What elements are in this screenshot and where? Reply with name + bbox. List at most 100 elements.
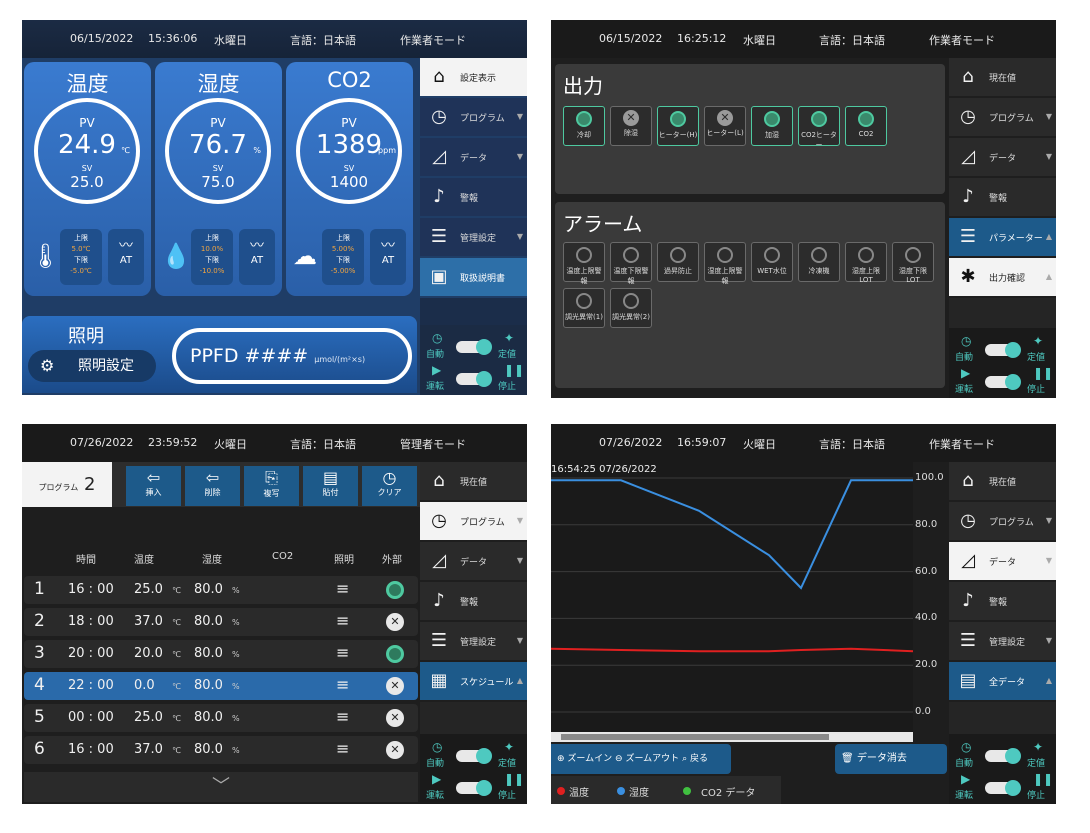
menu-schedule[interactable]: ▦ スケジュール ▲ [420,662,527,700]
alarm-item: 温度上限警報 [563,242,605,285]
menu-program[interactable]: ◷ プログラム ▼ [420,502,527,540]
lower-label: 下限 [74,256,88,264]
output-label: 冷却 [577,131,591,139]
signal-off-icon[interactable]: ✕ [386,677,404,695]
menu-program[interactable]: ◷ プログラム ▼ [949,502,1056,540]
menu-data[interactable]: ◿ データ ▼ [949,542,1056,580]
lighting-settings-label: 照明設定 [78,358,134,374]
pause-icon: ❚❚ [504,363,525,377]
legend-humid[interactable]: 湿度 [629,784,649,799]
menu-program[interactable]: ◷ プログラム ▼ [420,98,527,136]
run-stop-toggle[interactable] [985,780,1021,796]
menu-alarm[interactable]: ♪ 警報 [949,178,1056,216]
menu-program[interactable]: ◷ プログラム ▼ [949,98,1056,136]
table-row[interactable]: 5 00 : 00 25.0 ℃ 80.0% ≡ ✕ [24,704,418,732]
y-tick-label: 60.0 [915,565,938,577]
auto-fixed-toggle[interactable] [985,342,1021,358]
sv-value[interactable]: 75.0 [169,173,267,191]
legend-temp[interactable]: 温度 [569,784,589,799]
limit-box[interactable]: 上限 5.0℃ 下限 -5.0℃ [60,229,102,285]
menu-current-values[interactable]: ⌂ 現在値 [949,58,1056,96]
menu-manual[interactable]: ▣ 取扱説明書 [420,258,527,296]
indicator-icon [576,111,592,127]
sv-value[interactable]: 1400 [300,173,398,191]
autotune-button[interactable]: 〰 AT [239,229,275,285]
auto-fixed-toggle[interactable] [456,339,492,355]
copy-button[interactable]: ⎘ 複写 [244,466,299,506]
light-setting-icon[interactable]: ≡ [336,707,349,726]
run-stop-toggle[interactable] [456,780,492,796]
auto-label: 自動 [955,759,974,769]
signal-off-icon[interactable]: ✕ [386,613,404,631]
table-row[interactable]: 3 20 : 00 20.0 ℃ 80.0% ≡ [24,640,418,668]
signal-off-icon[interactable]: ✕ [386,741,404,759]
screen-data-graph: 07/26/2022 16:59:07 火曜日 言語：日本語 作業者モード 16… [551,424,1056,804]
delete-button[interactable]: ⇦ 削除 [185,466,240,506]
menu-management[interactable]: ☰ 管理設定 ▼ [420,622,527,660]
language: 言語：日本語 [819,34,885,47]
signal-on-icon[interactable] [386,581,404,599]
clear-button[interactable]: ◷ クリア [362,466,417,506]
light-setting-icon[interactable]: ≡ [336,611,349,630]
table-row[interactable]: 6 16 : 00 37.0 ℃ 80.0% ≡ ✕ [24,736,418,764]
alarm-item: 冷凍機 [798,242,840,282]
autotune-button[interactable]: 〰 AT [108,229,144,285]
limit-box[interactable]: 上限 10.0% 下限 -10.0% [191,229,233,285]
auto-fixed-toggle[interactable] [456,748,492,764]
menu-data[interactable]: ◿ データ ▼ [949,138,1056,176]
menu-parameter[interactable]: ☰ パラメーター ▲ [949,218,1056,256]
restore-button[interactable]: ⌕ 戻る [682,754,708,764]
zoom-in-button[interactable]: ⊕ ズームイン [557,754,612,764]
light-setting-icon[interactable]: ≡ [336,739,349,758]
menu-output-check[interactable]: ✱ 出力確認 ▲ [949,258,1056,296]
lighting-settings-button[interactable]: ⚙ 照明設定 [28,350,156,382]
zoom-out-button[interactable]: ⊖ ズームアウト [615,754,679,764]
copy-icon: ⎘ [265,468,278,487]
chevron-down-icon: ﹀ [212,776,230,797]
menu-current-values[interactable]: ⌂ 現在値 [420,462,527,500]
light-setting-icon[interactable]: ≡ [336,643,349,662]
menu-management[interactable]: ☰ 管理設定 ▼ [949,622,1056,660]
chart-legend: 温度 湿度 CO2 データ [551,776,781,804]
table-row-selected[interactable]: 4 22 : 00 0.0 ℃ 80.0% ≡ ✕ [24,672,418,700]
light-setting-icon[interactable]: ≡ [336,675,349,694]
menu-alarm[interactable]: ♪ 警報 [420,178,527,216]
table-row[interactable]: 2 18 : 00 37.0 ℃ 80.0% ≡ ✕ [24,608,418,636]
sliders-icon: ☰ [959,630,977,651]
gauge-title: 湿度 [197,72,240,96]
menu-alarm[interactable]: ♪ 警報 [949,582,1056,620]
chart-scrollbar[interactable] [551,732,913,742]
menu-settings-display[interactable]: ⌂ 設定表示 [420,58,527,96]
run-stop-toggle[interactable] [985,374,1021,390]
lower-value: -10.0% [199,267,225,275]
run-stop-toggle[interactable] [456,371,492,387]
signal-on-icon[interactable] [386,645,404,663]
menu-data[interactable]: ◿ データ ▼ [420,138,527,176]
legend-co2[interactable]: CO2 データ [701,784,755,799]
menu-label: データ [989,153,1017,164]
sv-value[interactable]: 25.0 [38,173,136,191]
auto-fixed-toggle[interactable] [985,748,1021,764]
scroll-down-button[interactable]: ﹀ [24,772,418,802]
signal-off-icon[interactable]: ✕ [386,709,404,727]
paste-button[interactable]: ▤ 貼付 [303,466,358,506]
insert-button[interactable]: ⇦ 挿入 [126,466,181,506]
program-selector[interactable]: プログラム 2 [22,462,112,507]
indicator-icon [717,247,733,263]
menu-alarm[interactable]: ♪ 警報 [420,582,527,620]
autotune-button[interactable]: 〰 AT [370,229,406,285]
table-row[interactable]: 1 16 : 00 25.0 ℃ 80.0% ≡ [24,576,418,604]
row-temp: 37.0 [134,742,163,757]
clear-data-button[interactable]: 🗑 データ消去 [835,744,947,774]
light-setting-icon[interactable]: ≡ [336,579,349,598]
menu-all-data[interactable]: ▤ 全データ ▲ [949,662,1056,700]
trend-chart[interactable]: 16:54:25 07/26/2022 [551,462,913,732]
menu-management[interactable]: ☰ 管理設定 ▼ [420,218,527,256]
limit-box[interactable]: 上限 5.00% 下限 -5.00% [322,229,364,285]
row-time: 16 : 00 [68,742,114,757]
output-cooling: 冷却 [563,106,605,146]
scroll-thumb[interactable] [561,734,829,740]
menu-current-values[interactable]: ⌂ 現在値 [949,462,1056,500]
menu-data[interactable]: ◿ データ ▼ [420,542,527,580]
menu-label: データ [460,557,488,568]
